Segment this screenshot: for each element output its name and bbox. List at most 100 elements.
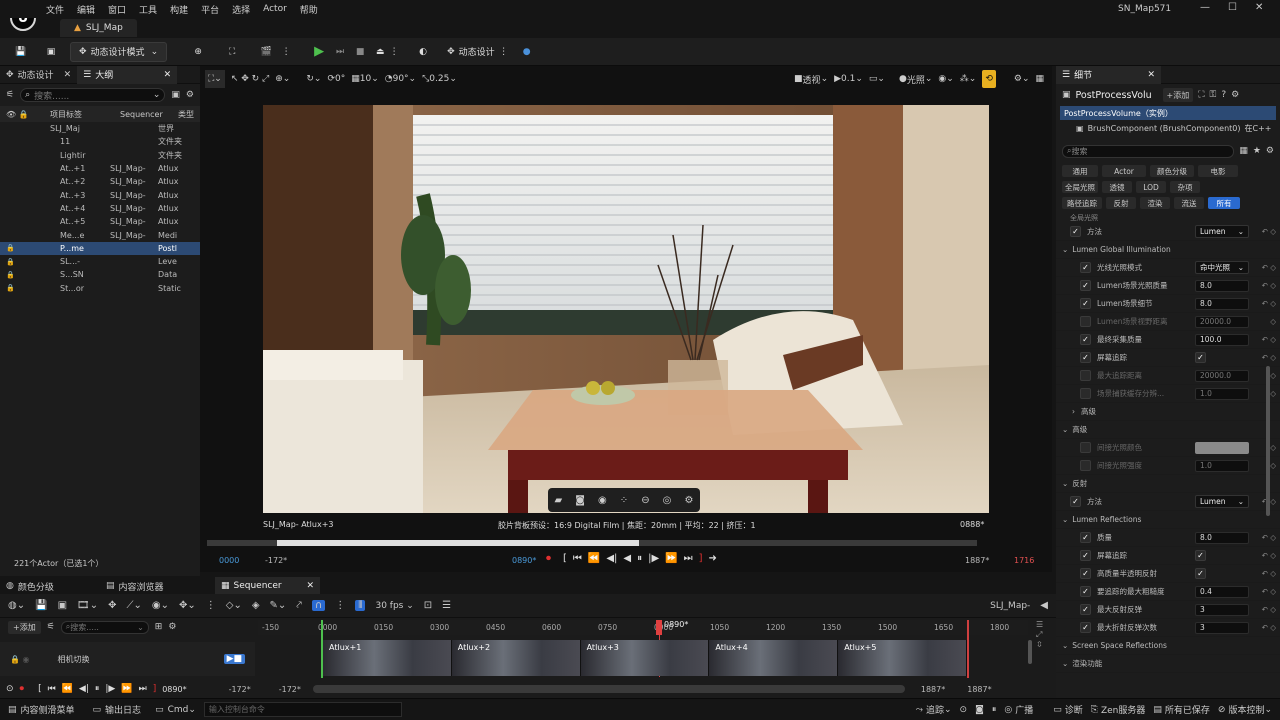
- override-checkbox[interactable]: ✓: [1080, 334, 1091, 345]
- actions-icon[interactable]: ✥⌄: [179, 600, 196, 611]
- outliner-row[interactable]: At..+3 SLJ_Map- Atlux: [0, 188, 200, 201]
- camera-icon[interactable]: ◉: [598, 495, 607, 506]
- next-key-icon[interactable]: ⏩: [665, 553, 677, 564]
- filter-button[interactable]: 所有: [1208, 197, 1240, 209]
- help-icon[interactable]: ?: [1221, 90, 1226, 100]
- play-reverse-icon[interactable]: ◀: [623, 553, 631, 564]
- console-input[interactable]: 输入控制台命令: [203, 702, 402, 717]
- filter-button[interactable]: 透镜: [1102, 181, 1132, 193]
- property-dropdown[interactable]: 命中光照 ⌄: [1195, 261, 1249, 274]
- reset-icon[interactable]: ↶ ◇: [1262, 353, 1276, 362]
- menu-item[interactable]: Actor: [263, 4, 287, 14]
- camera-clip[interactable]: Atlux+1: [323, 640, 452, 676]
- content-drawer-button[interactable]: ▤ 内容侧滑菜单: [8, 703, 75, 717]
- camera-clip[interactable]: Atlux+5: [838, 640, 967, 676]
- reset-icon[interactable]: ◇: [1270, 389, 1276, 398]
- property-value-input[interactable]: 0.4: [1195, 585, 1249, 598]
- override-checkbox[interactable]: [1080, 442, 1091, 453]
- work-start[interactable]: -172*: [279, 685, 301, 694]
- filter-button[interactable]: LOD: [1136, 181, 1166, 193]
- override-checkbox[interactable]: ✓: [1080, 262, 1091, 273]
- add-icon[interactable]: ⊞: [155, 622, 163, 632]
- filter-button[interactable]: 路径追踪: [1062, 197, 1102, 209]
- outliner-row[interactable]: Me...e SLJ_Map- Medi: [0, 228, 200, 241]
- screen-icon[interactable]: ▭⌄: [869, 70, 885, 88]
- settings-icon[interactable]: ⚙: [186, 90, 194, 100]
- settings-icon[interactable]: ⚙: [1266, 146, 1274, 156]
- camera-clip[interactable]: Atlux+2: [451, 640, 581, 676]
- menu-item[interactable]: 构建: [170, 3, 188, 16]
- override-checkbox[interactable]: [1080, 370, 1091, 381]
- override-checkbox[interactable]: ✓: [1080, 550, 1091, 561]
- minimize-icon[interactable]: —: [1200, 2, 1210, 13]
- override-checkbox[interactable]: ✓: [1080, 586, 1091, 597]
- override-checkbox[interactable]: ✓: [1080, 298, 1091, 309]
- outliner-row[interactable]: At..+4 SLJ_Map- Atlux: [0, 202, 200, 215]
- color-swatch[interactable]: [1195, 441, 1249, 454]
- tab-sequencer[interactable]: ▦ Sequencer ✕: [215, 577, 320, 595]
- menu-item[interactable]: 编辑: [77, 3, 95, 16]
- reset-icon[interactable]: ↶ ◇: [1262, 587, 1276, 596]
- next-key-icon[interactable]: ⏩: [121, 684, 132, 694]
- loop-icon[interactable]: ➜: [709, 553, 717, 564]
- menu-item[interactable]: 平台: [201, 3, 219, 16]
- close-icon[interactable]: ✕: [164, 70, 172, 80]
- override-checkbox[interactable]: ✓: [1080, 352, 1091, 363]
- snap-icon[interactable]: ⫴: [355, 600, 366, 611]
- property-value-input[interactable]: 1.0: [1195, 387, 1249, 400]
- browse-icon[interactable]: ▣: [58, 600, 67, 611]
- skip-end-icon[interactable]: ⏭: [684, 553, 693, 564]
- override-checkbox[interactable]: ✓: [1080, 532, 1091, 543]
- settings-icon[interactable]: ⚙: [684, 495, 693, 506]
- fit-icon[interactable]: ⊡: [424, 600, 432, 611]
- layout-icon[interactable]: ▦: [1035, 70, 1044, 88]
- section-header[interactable]: ⌄ Lumen Global Illumination: [1056, 241, 1280, 259]
- add-track-button[interactable]: +添加: [8, 620, 41, 634]
- timeline-end-red[interactable]: 1716: [1014, 556, 1034, 565]
- tab-color-grading[interactable]: ◍ 颜色分级: [0, 577, 100, 595]
- cmd-dropdown[interactable]: ▭ Cmd ⌄: [155, 705, 196, 715]
- grid-icon[interactable]: ▦: [1239, 146, 1248, 156]
- skip-start-icon[interactable]: ⏮: [573, 553, 582, 564]
- grid-icon[interactable]: ⁘: [620, 495, 628, 506]
- more-icon[interactable]: ⋮: [206, 600, 216, 611]
- next-frame-icon[interactable]: |▶: [105, 684, 115, 694]
- outliner-row[interactable]: Lightir 文件夹: [0, 149, 200, 162]
- visibility-icon[interactable]: 🔒: [0, 284, 28, 292]
- column-type[interactable]: 类型: [174, 109, 194, 120]
- lit-dropdown[interactable]: ● 光照 ⌄: [899, 70, 932, 88]
- add-component-button[interactable]: +添加: [1162, 88, 1194, 102]
- viewport-scrubber[interactable]: [207, 540, 977, 546]
- visibility-icon[interactable]: 🔒: [0, 271, 28, 279]
- override-checkbox[interactable]: ✓: [1080, 280, 1091, 291]
- output-log-button[interactable]: ▭ 输出日志: [93, 703, 142, 717]
- sequencer-hscroll[interactable]: [312, 685, 905, 693]
- override-checkbox[interactable]: ✓: [1070, 226, 1081, 237]
- camera-speed[interactable]: ▶ 0.1 ⌄: [834, 70, 863, 88]
- close-icon[interactable]: ✕: [306, 581, 314, 591]
- back-icon[interactable]: ◀: [1040, 600, 1048, 611]
- lightning-icon[interactable]: ⟲: [982, 70, 996, 88]
- property-checkbox[interactable]: ✓: [1195, 550, 1206, 561]
- reset-icon[interactable]: ◇: [1270, 443, 1276, 452]
- reset-icon[interactable]: ↶ ◇: [1262, 281, 1276, 290]
- record-status-icon[interactable]: ⊙: [960, 705, 968, 715]
- perspective-dropdown[interactable]: ■ 透视 ⌄: [794, 70, 828, 88]
- work-end[interactable]: 1887*: [921, 685, 945, 694]
- diagnostics-button[interactable]: ▭ 诊断: [1053, 703, 1083, 717]
- skip-start-icon[interactable]: ⏮: [48, 684, 56, 694]
- rotation-snap[interactable]: ◔ 90° ⌄: [385, 70, 416, 88]
- outliner-search-input[interactable]: ⌕ 搜索...... ⌄: [20, 88, 166, 102]
- outliner-row[interactable]: At..+2 SLJ_Map- Atlux: [0, 175, 200, 188]
- lock-icon[interactable]: ⚿: [1210, 90, 1217, 100]
- sequencer-search-input[interactable]: ⌕ 搜索..... ⌄: [60, 620, 149, 634]
- curve-icon[interactable]: ⟋⌄: [126, 600, 141, 611]
- column-label[interactable]: 项目标签: [50, 109, 116, 120]
- world-icon[interactable]: ◍⌄: [8, 600, 25, 611]
- reset-icon[interactable]: ↶ ◇: [1262, 551, 1276, 560]
- loop-icon[interactable]: ⊙: [6, 684, 14, 694]
- mode-dropdown[interactable]: ✥ 动态设计模式 ⌄: [70, 41, 168, 62]
- override-checkbox[interactable]: [1080, 388, 1091, 399]
- details-search-input[interactable]: ⌕ 搜索: [1062, 144, 1235, 158]
- reset-icon[interactable]: ◇: [1270, 317, 1276, 326]
